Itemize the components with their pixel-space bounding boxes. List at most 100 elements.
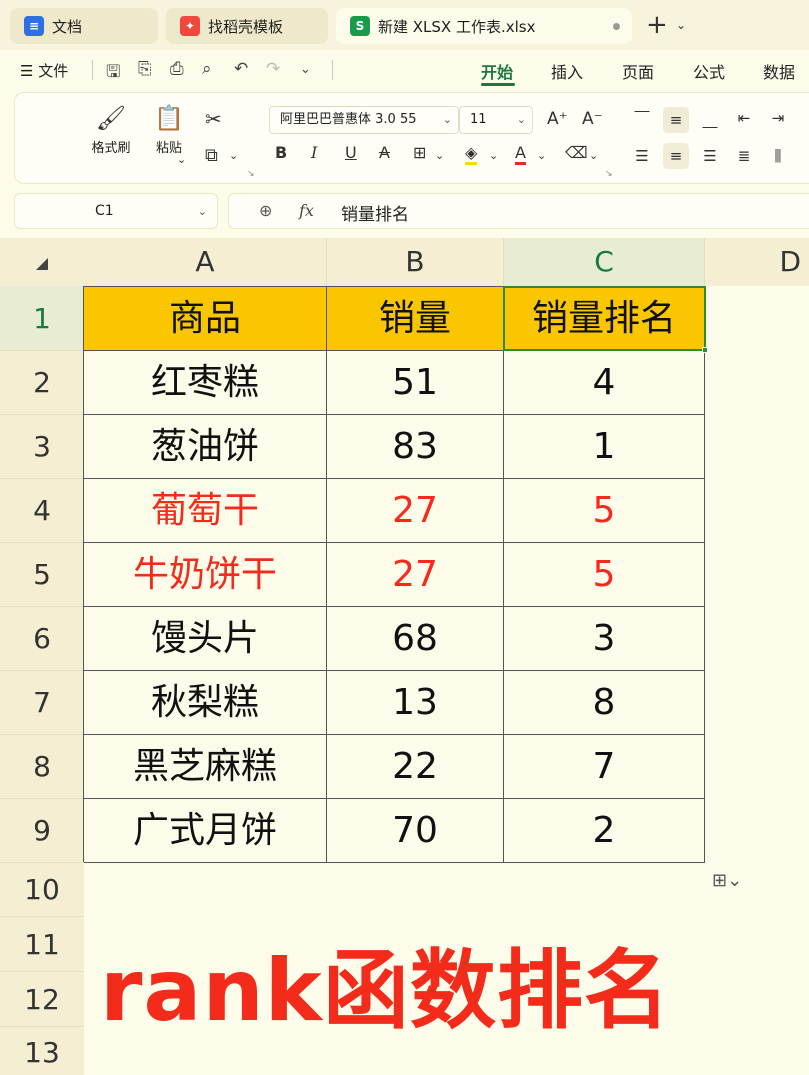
column-header-d[interactable]: D [705,238,809,286]
cell-a3[interactable]: 葱油饼 [84,415,327,479]
formula-input[interactable]: 销量排名 [341,200,409,225]
tab-home[interactable]: 开始 [481,59,513,83]
format-painter-button[interactable]: 🖌 格式刷 [85,103,137,156]
cell-b2[interactable]: 51 [327,351,504,415]
increase-font-icon[interactable]: A⁺ [547,109,568,129]
row-header-5[interactable]: 5 [0,543,84,607]
cell-c5[interactable]: 5 [504,543,705,607]
copy-icon[interactable]: ⧉ [205,145,218,166]
export-icon[interactable]: ⎘ [138,59,152,79]
tab-page[interactable]: 页面 [622,59,654,83]
row-header-11[interactable]: 11 [0,917,84,972]
cell-b9[interactable]: 70 [327,799,504,863]
chevron-down-icon[interactable]: ⌄ [177,153,186,166]
paste-options-icon[interactable]: ⊞⌄ [712,870,742,891]
file-menu[interactable]: ☰ 文件 [20,60,68,81]
column-header-b[interactable]: B [327,238,504,286]
paste-button[interactable]: 📋 粘贴 [143,103,195,156]
chevron-down-icon[interactable]: ⌄ [676,18,686,32]
row-header-2[interactable]: 2 [0,351,84,415]
cell-c6[interactable]: 3 [504,607,705,671]
tab-insert[interactable]: 插入 [551,59,583,83]
tab-formula[interactable]: 公式 [693,59,725,83]
row-header-3[interactable]: 3 [0,415,84,479]
zoom-icon[interactable]: ⊕ [259,201,272,220]
font-color-icon[interactable]: A [515,143,526,165]
cell-c8[interactable]: 7 [504,735,705,799]
row-header-13[interactable]: 13 [0,1027,84,1075]
align-center-icon[interactable]: ≡ [663,143,689,169]
cell-a6[interactable]: 馒头片 [84,607,327,671]
align-bottom-icon[interactable]: ⎽ [697,107,723,133]
cell-a8[interactable]: 黑芝麻糕 [84,735,327,799]
cell-b5[interactable]: 27 [327,543,504,607]
new-tab-plus-icon[interactable]: + [646,10,668,40]
row-header-10[interactable]: 10 [0,863,84,917]
row-header-8[interactable]: 8 [0,735,84,799]
chevron-down-icon[interactable]: ⌄ [300,62,311,77]
bold-icon[interactable]: B [275,143,287,162]
fx-icon[interactable]: fx [299,201,314,220]
decrease-font-icon[interactable]: A⁻ [582,109,603,129]
border-icon[interactable]: ⊞ [413,143,426,162]
redo-icon[interactable]: ↷ [266,59,280,79]
tab-docs[interactable]: ≡ 文档 [10,8,158,44]
chevron-down-icon[interactable]: ⌄ [229,149,238,162]
row-header-4[interactable]: 4 [0,479,84,543]
cell-b8[interactable]: 22 [327,735,504,799]
chevron-down-icon[interactable]: ⌄ [537,149,546,162]
cell-c4[interactable]: 5 [504,479,705,543]
cell-b7[interactable]: 13 [327,671,504,735]
align-middle-icon[interactable]: ≡ [663,107,689,133]
tab-data[interactable]: 数据 [763,59,795,83]
row-header-1[interactable]: 1 [0,286,84,351]
undo-icon[interactable]: ↶ [234,59,248,79]
name-box[interactable]: C1 ⌄ [14,193,218,229]
cell-a4[interactable]: 葡萄干 [84,479,327,543]
cell-b3[interactable]: 83 [327,415,504,479]
underline-icon[interactable]: U [345,143,357,162]
chevron-down-icon[interactable]: ⌄ [435,149,444,162]
cell-a2[interactable]: 红枣糕 [84,351,327,415]
cell-a1[interactable]: 商品 [84,287,327,351]
print-icon[interactable]: ⎙ [170,59,184,79]
distribute-icon[interactable]: ⫼ [765,143,791,169]
cell-a9[interactable]: 广式月饼 [84,799,327,863]
cell-a5[interactable]: 牛奶饼干 [84,543,327,607]
strikethrough-icon[interactable]: A [379,143,390,162]
cell-a7[interactable]: 秋梨糕 [84,671,327,735]
cell-b4[interactable]: 27 [327,479,504,543]
row-header-12[interactable]: 12 [0,972,84,1027]
eraser-icon[interactable]: ⌫ [565,143,588,162]
align-top-icon[interactable]: ⎺ [629,105,655,131]
print-preview-icon[interactable]: ⌕ [202,59,212,79]
select-all-corner[interactable] [0,238,84,286]
fill-color-icon[interactable]: ◈ [465,143,478,165]
expand-corner-icon[interactable]: ↘ [247,169,255,179]
scissors-icon[interactable]: ✂ [205,107,222,131]
indent-decrease-icon[interactable]: ⇤ [731,105,757,131]
font-size-select[interactable]: 11 ⌄ [459,106,533,134]
chevron-down-icon[interactable]: ⌄ [589,149,598,162]
column-header-c[interactable]: C [504,238,705,286]
chevron-down-icon[interactable]: ⌄ [489,149,498,162]
row-header-9[interactable]: 9 [0,799,84,863]
indent-increase-icon[interactable]: ⇥ [765,105,791,131]
save-icon[interactable]: 🖫 [106,59,120,88]
column-header-a[interactable]: A [84,238,327,286]
cell-b1[interactable]: 销量 [327,287,504,351]
cell-c9[interactable]: 2 [504,799,705,863]
font-name-select[interactable]: 阿里巴巴普惠体 3.0 55 ⌄ [269,106,459,134]
tab-templates[interactable]: ✦ 找稻壳模板 [166,8,328,44]
cell-c7[interactable]: 8 [504,671,705,735]
expand-corner-icon[interactable]: ↘ [605,169,613,179]
cell-b6[interactable]: 68 [327,607,504,671]
row-header-6[interactable]: 6 [0,607,84,671]
align-right-icon[interactable]: ☰ [697,143,723,169]
align-left-icon[interactable]: ☰ [629,143,655,169]
italic-icon[interactable]: I [311,143,317,162]
cell-c2[interactable]: 4 [504,351,705,415]
cell-c3[interactable]: 1 [504,415,705,479]
justify-icon[interactable]: ≣ [731,143,757,169]
tab-xlsx[interactable]: S 新建 XLSX 工作表.xlsx [336,8,632,44]
